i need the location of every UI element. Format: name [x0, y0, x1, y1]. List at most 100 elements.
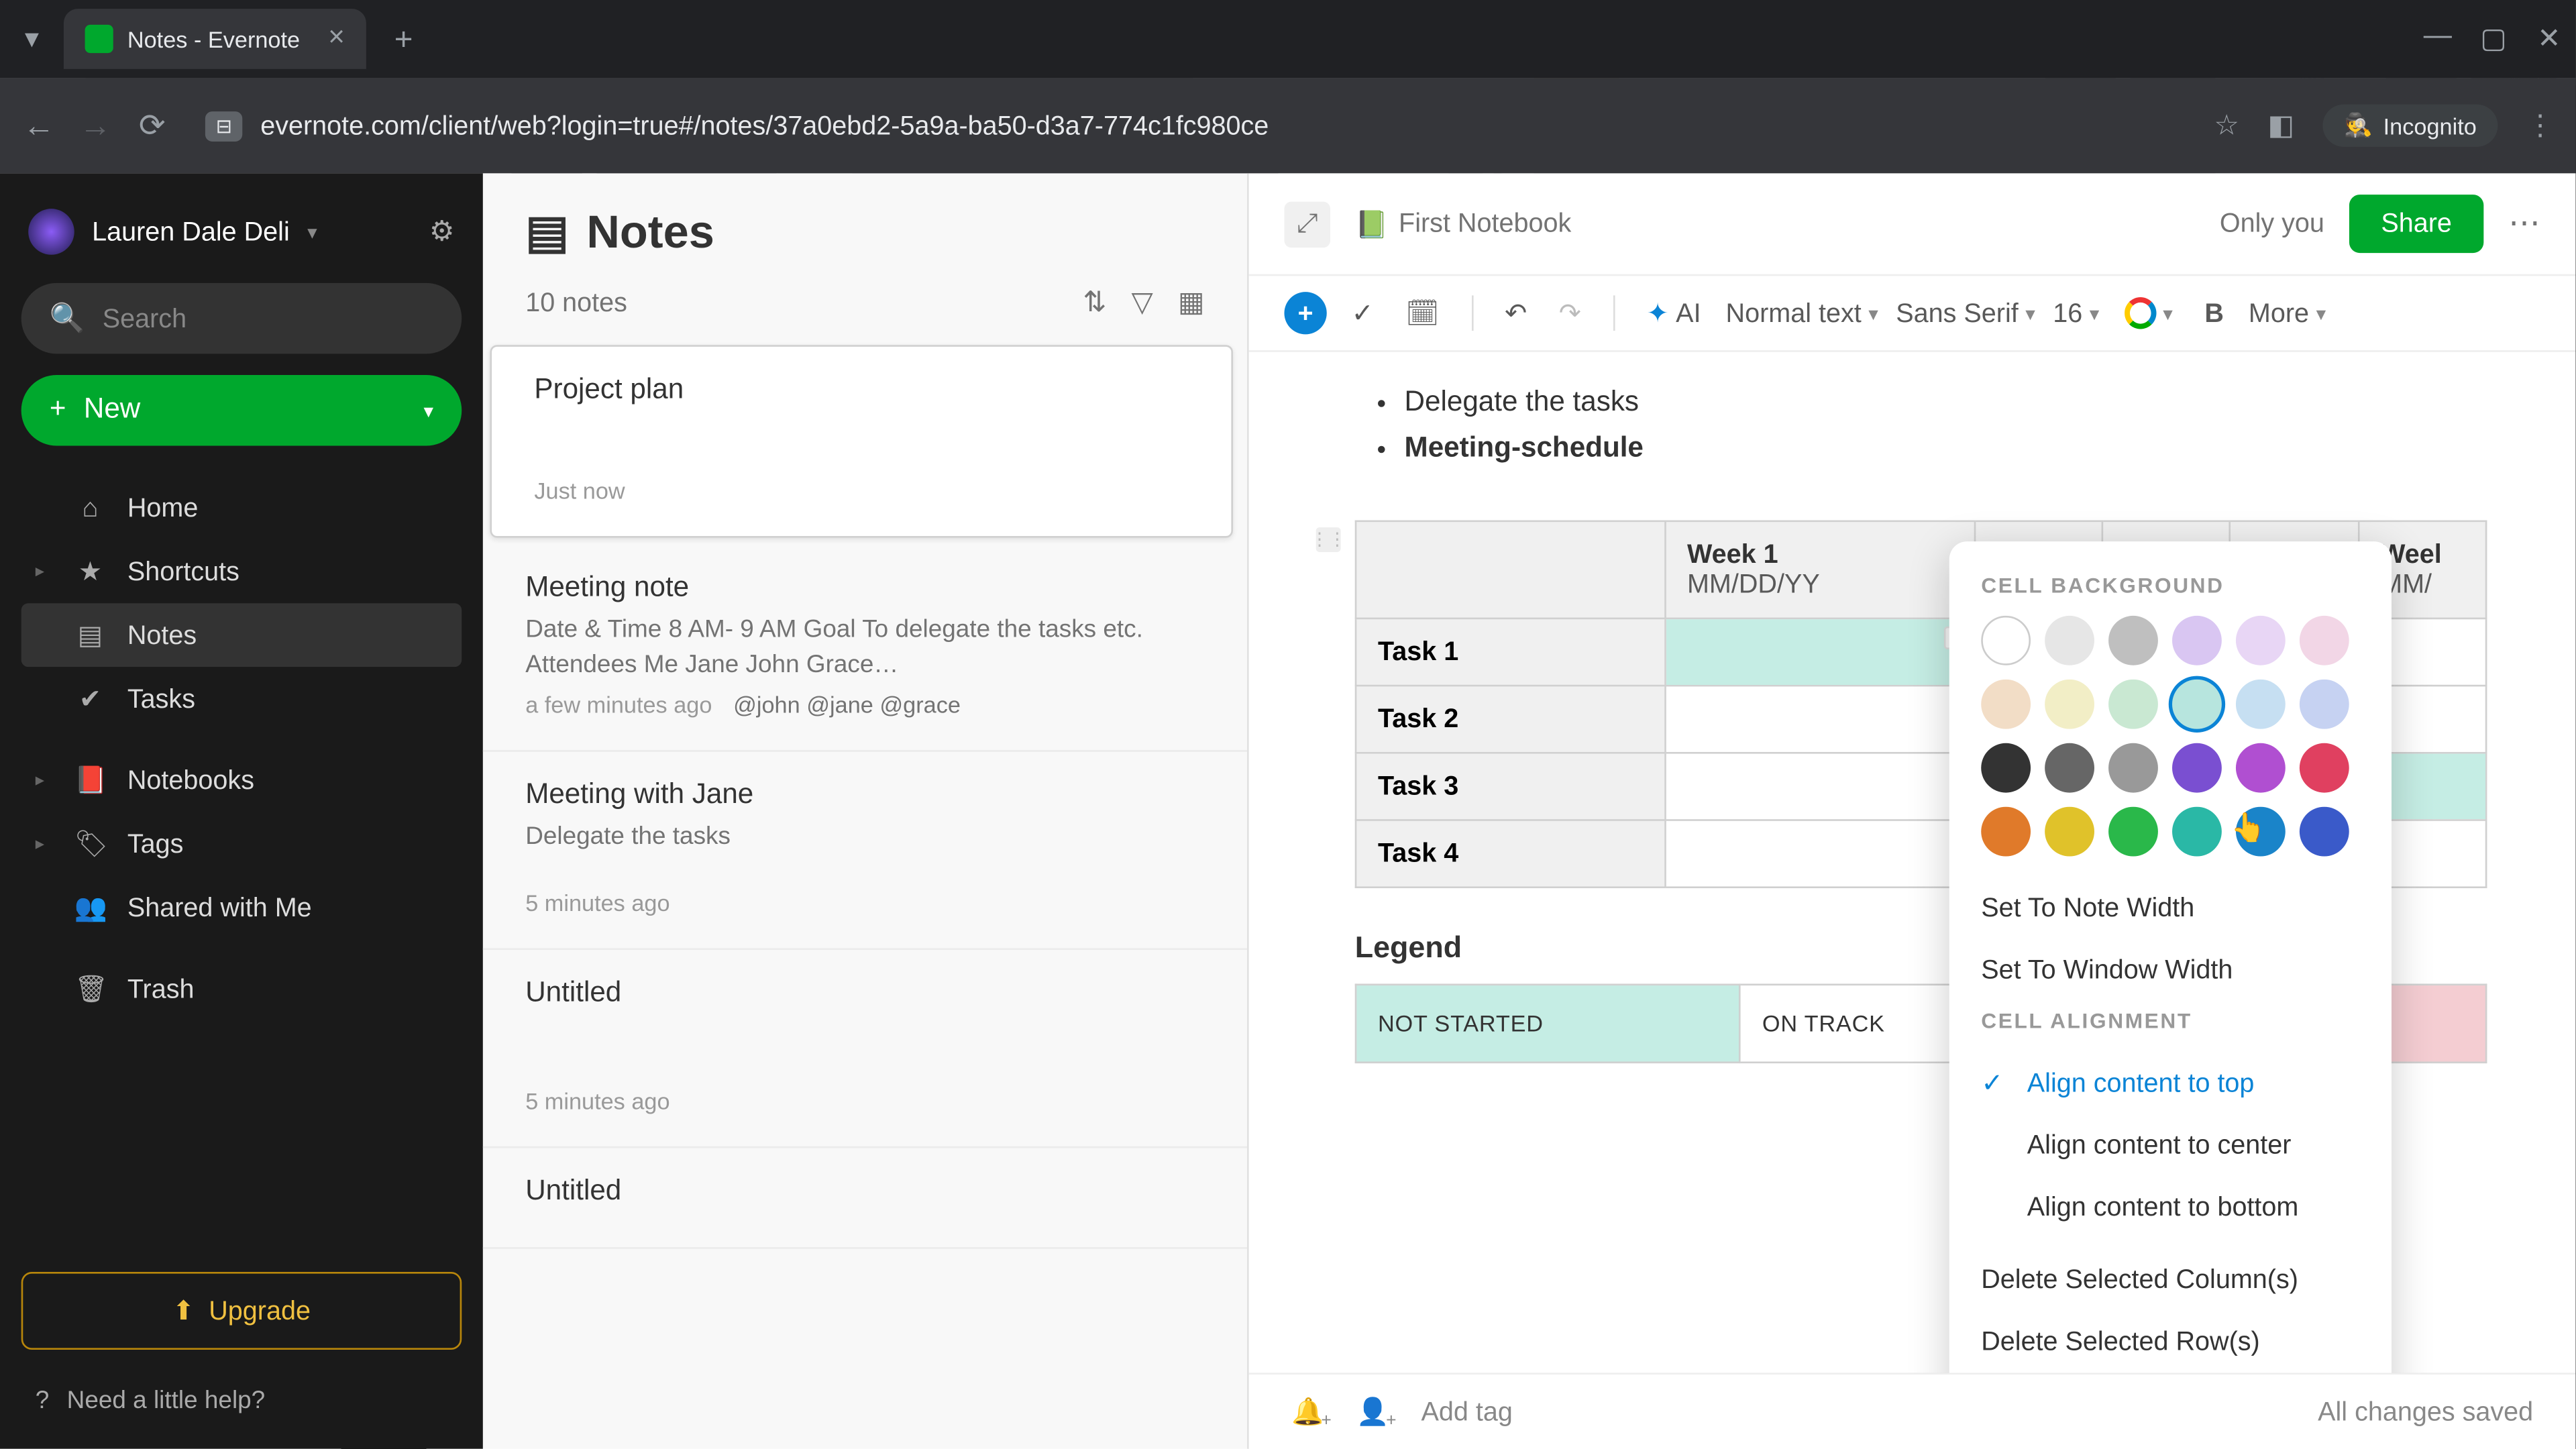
color-swatch[interactable] [2108, 680, 2158, 729]
table-drag-handle-icon[interactable]: ⋮⋮ [1316, 527, 1341, 552]
ctx-delete-rows[interactable]: Delete Selected Row(s) [1949, 1311, 2392, 1373]
color-swatch[interactable] [2300, 680, 2349, 729]
site-info-icon[interactable]: ⊟ [205, 111, 243, 141]
note-list-item[interactable]: Project plan Just now [490, 345, 1233, 537]
color-swatch[interactable] [2172, 743, 2222, 793]
reminder-icon[interactable]: 🔔+ [1291, 1396, 1324, 1428]
task-icon[interactable]: ✓ [1344, 290, 1381, 336]
color-swatch[interactable] [2045, 807, 2094, 857]
close-tab-icon[interactable]: × [328, 23, 345, 54]
ctx-align-bottom[interactable]: Align content to bottom [1949, 1177, 2392, 1238]
sort-icon[interactable]: ⇅ [1083, 285, 1106, 321]
filter-icon[interactable]: ▽ [1132, 285, 1153, 321]
expand-note-icon[interactable]: ⤢ [1284, 201, 1330, 247]
ctx-align-top[interactable]: ✓Align content to top [1949, 1051, 2392, 1115]
add-person-icon[interactable]: 👤+ [1356, 1396, 1389, 1428]
bookmark-icon[interactable]: ☆ [2214, 108, 2239, 144]
view-mode-icon[interactable]: ▦ [1178, 285, 1205, 321]
color-swatch[interactable] [1981, 807, 2031, 857]
incognito-badge[interactable]: 🕵 Incognito [2323, 105, 2498, 147]
table-cell[interactable] [1665, 686, 1974, 753]
color-swatch[interactable] [2172, 616, 2222, 665]
new-tab-button[interactable]: + [380, 13, 427, 64]
color-swatch[interactable] [2300, 743, 2349, 793]
maximize-icon[interactable]: ▢ [2480, 21, 2505, 57]
color-swatch[interactable] [2236, 616, 2286, 665]
color-swatch[interactable] [2172, 680, 2222, 729]
color-swatch[interactable] [2045, 680, 2094, 729]
share-button[interactable]: Share [2349, 195, 2483, 253]
color-swatch[interactable] [2108, 743, 2158, 793]
bullet-list[interactable]: Delegate the tasks Meeting-schedule [1355, 380, 2505, 471]
new-button[interactable]: + New ▾ [21, 375, 462, 445]
color-swatch[interactable] [2108, 616, 2158, 665]
notebook-selector[interactable]: 📗 First Notebook [1355, 208, 1571, 239]
back-button[interactable]: ← [21, 107, 57, 144]
font-family-select[interactable]: Sans Serif▾ [1896, 298, 2035, 328]
reload-button[interactable]: ⟳ [134, 107, 170, 144]
note-list-item[interactable]: Untitled [483, 1148, 1247, 1248]
table-cell[interactable] [1665, 820, 1974, 888]
color-swatch[interactable] [2045, 616, 2094, 665]
task-row-label[interactable]: Task 1 [1356, 619, 1665, 686]
color-swatch[interactable] [2236, 807, 2286, 857]
upgrade-button[interactable]: ⬆ Upgrade [21, 1272, 462, 1350]
color-swatch[interactable] [2300, 807, 2349, 857]
sidebar-item-trash[interactable]: 🗑 Trash [21, 957, 462, 1021]
paragraph-style-select[interactable]: Normal text▾ [1726, 298, 1878, 328]
color-swatch[interactable] [2236, 743, 2286, 793]
note-list-item[interactable]: Meeting note Date & Time 8 AM- 9 AM Goal… [483, 545, 1247, 752]
address-bar[interactable]: ⊟ evernote.com/client/web?login=true#/no… [191, 111, 2193, 141]
sidebar-item-tasks[interactable]: ✔ Tasks [21, 667, 462, 731]
task-row-label[interactable]: Task 4 [1356, 820, 1665, 888]
bullet-item[interactable]: Delegate the tasks [1405, 380, 2505, 425]
bullet-item[interactable]: Meeting-schedule [1405, 425, 2505, 470]
color-swatch[interactable] [1981, 743, 2031, 793]
settings-gear-icon[interactable]: ⚙ [429, 214, 455, 250]
browser-tab[interactable]: Notes - Evernote × [64, 9, 366, 69]
note-list-item[interactable]: Untitled 5 minutes ago [483, 949, 1247, 1147]
text-color-button[interactable]: ▾ [2117, 290, 2180, 336]
color-swatch[interactable] [1981, 680, 2031, 729]
color-swatch[interactable] [2108, 807, 2158, 857]
user-menu[interactable]: Lauren Dale Deli ▾ ⚙ [21, 195, 462, 269]
task-row-label[interactable]: Task 3 [1356, 753, 1665, 820]
insert-button[interactable]: + [1284, 292, 1326, 334]
font-size-select[interactable]: 16▾ [2053, 298, 2099, 328]
help-link[interactable]: ? Need a little help? [21, 1371, 462, 1428]
color-swatch[interactable] [2045, 743, 2094, 793]
table-cell[interactable] [1665, 753, 1974, 820]
sidebar-item-shared[interactable]: 👥 Shared with Me [21, 875, 462, 939]
sidebar-item-home[interactable]: ⌂ Home [21, 478, 462, 539]
table-cell[interactable]: ▾ [1665, 619, 1974, 686]
color-swatch[interactable] [2236, 680, 2286, 729]
color-swatch[interactable] [2172, 807, 2222, 857]
legend-cell[interactable]: NOT STARTED [1356, 985, 1740, 1063]
task-row-label[interactable]: Task 2 [1356, 686, 1665, 753]
undo-icon[interactable]: ↶ [1498, 290, 1534, 336]
ctx-set-window-width[interactable]: Set To Window Width [1949, 940, 2392, 1002]
bold-button[interactable]: B [2198, 291, 2231, 335]
chrome-menu-icon[interactable]: ⋮ [2526, 108, 2555, 144]
more-formatting-button[interactable]: More▾ [2249, 298, 2326, 328]
ctx-delete-columns[interactable]: Delete Selected Column(s) [1949, 1249, 2392, 1311]
ctx-align-center[interactable]: Align content to center [1949, 1115, 2392, 1177]
color-swatch[interactable] [1981, 616, 2031, 665]
add-tag-button[interactable]: Add tag [1421, 1397, 1513, 1427]
ctx-set-note-width[interactable]: Set To Note Width [1949, 877, 2392, 939]
redo-icon[interactable]: ↷ [1552, 290, 1588, 336]
editor-body[interactable]: Delegate the tasks Meeting-schedule ⋮⋮ W… [1249, 352, 2576, 1373]
close-window-icon[interactable]: ✕ [2536, 21, 2561, 57]
forward-button[interactable]: → [78, 107, 113, 144]
note-list-item[interactable]: Meeting with Jane Delegate the tasks 5 m… [483, 752, 1247, 949]
minimize-icon[interactable]: — [2424, 21, 2449, 57]
sidebar-item-tags[interactable]: ▸🏷 Tags [21, 812, 462, 875]
sidebar-item-notes[interactable]: ▤ Notes [21, 603, 462, 667]
sidebar-item-shortcuts[interactable]: ▸★ Shortcuts [21, 539, 462, 603]
sidebar-item-notebooks[interactable]: ▸📕 Notebooks [21, 748, 462, 812]
search-input[interactable]: 🔍 Search [21, 283, 462, 354]
side-panel-icon[interactable]: ◧ [2267, 108, 2294, 144]
note-more-menu-icon[interactable]: ⋯ [2508, 205, 2540, 242]
ai-button[interactable]: ✦AI [1640, 290, 1708, 336]
color-swatch[interactable] [2300, 616, 2349, 665]
